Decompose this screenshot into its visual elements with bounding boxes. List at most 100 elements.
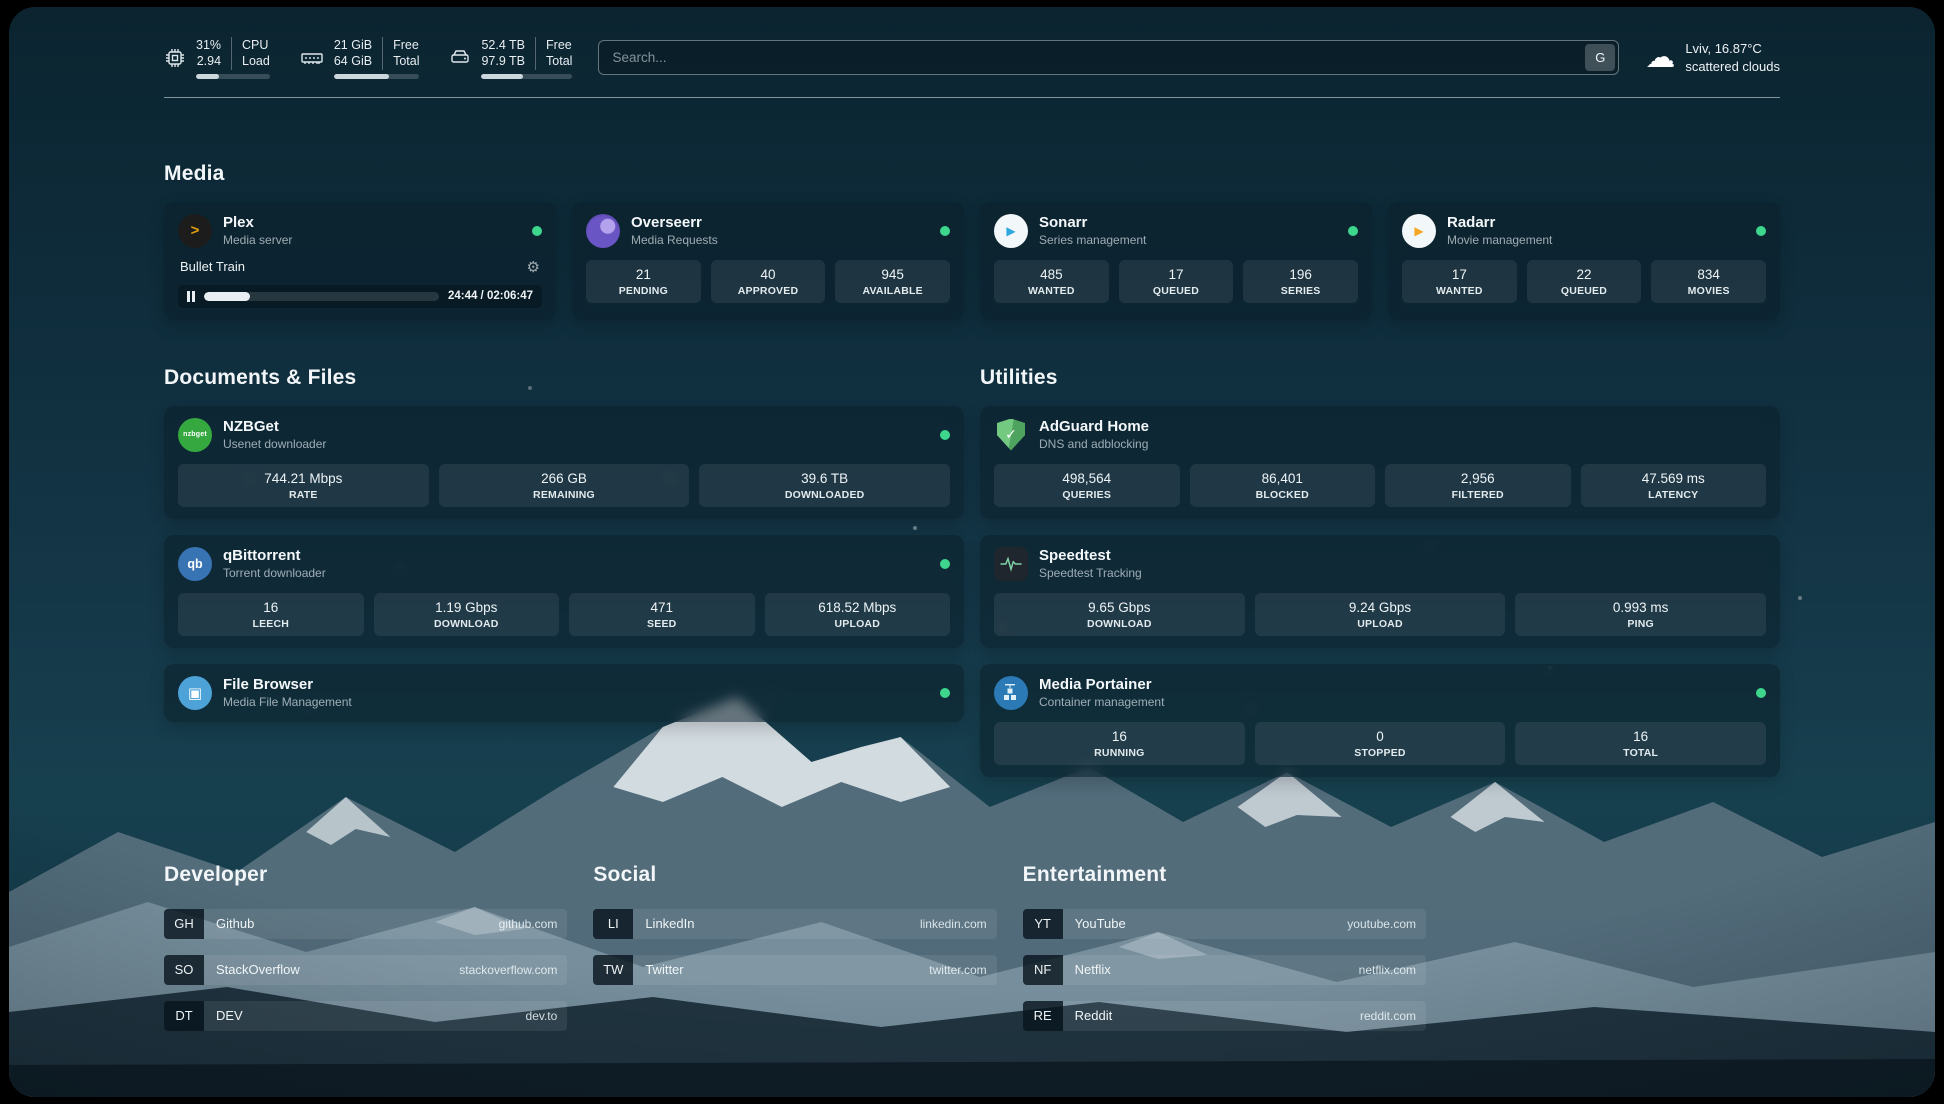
cpu-icon [164,47,186,69]
service-name: Sonarr [1039,214,1337,231]
bookmarks-entertainment: Entertainment YT YouTube youtube.com NF … [1023,863,1426,1047]
service-name: Plex [223,214,521,231]
filebrowser-icon: ▣ [178,676,212,710]
status-dot [1756,226,1766,236]
bookmarks-developer: Developer GH Github github.com SO StackO… [164,863,567,1047]
cpu-load-label: Load [242,53,270,69]
cloud-icon: ☁ [1645,43,1675,73]
snow-specks [9,7,11,9]
stat-queries: 498,564 QUERIES [994,464,1180,507]
service-desc: Torrent downloader [223,566,929,580]
status-dot [1756,688,1766,698]
cpu-progress-bar [196,74,270,79]
memory-icon [300,47,324,69]
stat-filtered: 2,956 FILTERED [1385,464,1571,507]
stat-queued: 17 QUEUED [1119,260,1234,303]
overseerr-icon [586,214,620,248]
bookmarks-area: Developer GH Github github.com SO StackO… [164,863,1426,1047]
service-name: NZBGet [223,418,929,435]
service-card-portainer[interactable]: Media Portainer Container management 16 … [980,664,1780,777]
qbittorrent-icon: qb [178,547,212,581]
service-name: Speedtest [1039,547,1766,564]
stat-ping: 0.993 ms PING [1515,593,1766,636]
section-title-entertainment: Entertainment [1023,863,1426,887]
bookmark-reddit[interactable]: RE Reddit reddit.com [1023,1001,1426,1031]
disk-free-value: 52.4 TB [481,37,525,53]
top-bar: 31% 2.94 CPU Load [164,7,1780,79]
service-card-qbittorrent[interactable]: qb qBittorrent Torrent downloader 16 LEE… [164,535,964,648]
bookmark-stackoverflow[interactable]: SO StackOverflow stackoverflow.com [164,955,567,985]
service-card-plex[interactable]: > Plex Media server Bullet Train ⚙ 24:44… [164,202,556,320]
service-desc: Media server [223,233,521,247]
service-card-filebrowser[interactable]: ▣ File Browser Media File Management [164,664,964,722]
stat-available: 945 AVAILABLE [835,260,950,303]
service-desc: Media File Management [223,695,929,709]
status-dot [940,430,950,440]
nzbget-icon: nzbget [178,418,212,452]
service-desc: Series management [1039,233,1337,247]
search-bar: G [598,40,1619,75]
cpu-usage-value: 31% [196,37,221,53]
service-name: Radarr [1447,214,1745,231]
section-title-media: Media [164,162,1780,186]
bookmark-github[interactable]: GH Github github.com [164,909,567,939]
service-card-radarr[interactable]: ▶ Radarr Movie management 17 WANTED 22 Q… [1388,202,1780,320]
stat-stopped: 0 STOPPED [1255,722,1506,765]
gear-icon[interactable]: ⚙ [527,258,540,276]
stat-pending: 21 PENDING [586,260,701,303]
stat-rate: 744.21 Mbps RATE [178,464,429,507]
bookmark-dev[interactable]: DT DEV dev.to [164,1001,567,1031]
service-card-overseerr[interactable]: Overseerr Media Requests 21 PENDING 40 A… [572,202,964,320]
status-dot [940,226,950,236]
service-desc: Movie management [1447,233,1745,247]
disk-total-value: 97.9 TB [481,53,525,69]
search-provider-button[interactable]: G [1585,44,1615,71]
now-playing-title: Bullet Train [180,259,245,274]
playback-bar: 24:44 / 02:06:47 [178,285,542,308]
disk-total-label: Total [546,53,572,69]
bookmark-twitter[interactable]: TW Twitter twitter.com [593,955,996,985]
stat-download: 9.65 Gbps DOWNLOAD [994,593,1245,636]
stat-latency: 47.569 ms LATENCY [1581,464,1767,507]
status-dot [532,226,542,236]
service-desc: Speedtest Tracking [1039,566,1766,580]
service-name: Media Portainer [1039,676,1745,693]
radarr-icon: ▶ [1402,214,1436,248]
stat-total: 16 TOTAL [1515,722,1766,765]
service-card-speedtest[interactable]: Speedtest Speedtest Tracking 9.65 Gbps D… [980,535,1780,648]
speedtest-icon [994,547,1028,581]
memory-free-value: 21 GiB [334,37,372,53]
stat-upload: 9.24 Gbps UPLOAD [1255,593,1506,636]
cpu-metric: 31% 2.94 CPU Load [164,37,270,79]
status-dot [1348,226,1358,236]
stat-wanted: 485 WANTED [994,260,1109,303]
weather-condition: scattered clouds [1685,58,1780,76]
stat-running: 16 RUNNING [994,722,1245,765]
sonarr-icon: ▶ [994,214,1028,248]
search-input[interactable] [598,40,1619,75]
disk-icon [449,47,471,69]
weather-widget: ☁ Lviv, 16.87°C scattered clouds [1645,40,1780,76]
stat-wanted: 17 WANTED [1402,260,1517,303]
plex-icon: > [178,214,212,248]
service-card-adguard[interactable]: ✓ AdGuard Home DNS and adblocking 498,56… [980,406,1780,519]
section-title-social: Social [593,863,996,887]
stat-blocked: 86,401 BLOCKED [1190,464,1376,507]
memory-total-value: 64 GiB [334,53,372,69]
bookmark-youtube[interactable]: YT YouTube youtube.com [1023,909,1426,939]
bookmark-netflix[interactable]: NF Netflix netflix.com [1023,955,1426,985]
adguard-icon: ✓ [994,418,1028,452]
bookmark-linkedin[interactable]: LI LinkedIn linkedin.com [593,909,996,939]
disk-free-label: Free [546,37,572,53]
service-desc: DNS and adblocking [1039,437,1766,451]
pause-icon[interactable] [187,291,195,302]
stat-leech: 16 LEECH [178,593,364,636]
playback-progress-track[interactable] [204,292,439,301]
section-title-documents: Documents & Files [164,366,964,390]
service-card-sonarr[interactable]: ▶ Sonarr Series management 485 WANTED 17… [980,202,1372,320]
utilities-column: Utilities ✓ AdGuard Home DNS and adblock… [980,366,1780,793]
service-card-nzbget[interactable]: nzbget NZBGet Usenet downloader 744.21 M… [164,406,964,519]
disk-metric: 52.4 TB 97.9 TB Free Total [449,37,572,79]
service-name: File Browser [223,676,929,693]
memory-free-label: Free [393,37,419,53]
